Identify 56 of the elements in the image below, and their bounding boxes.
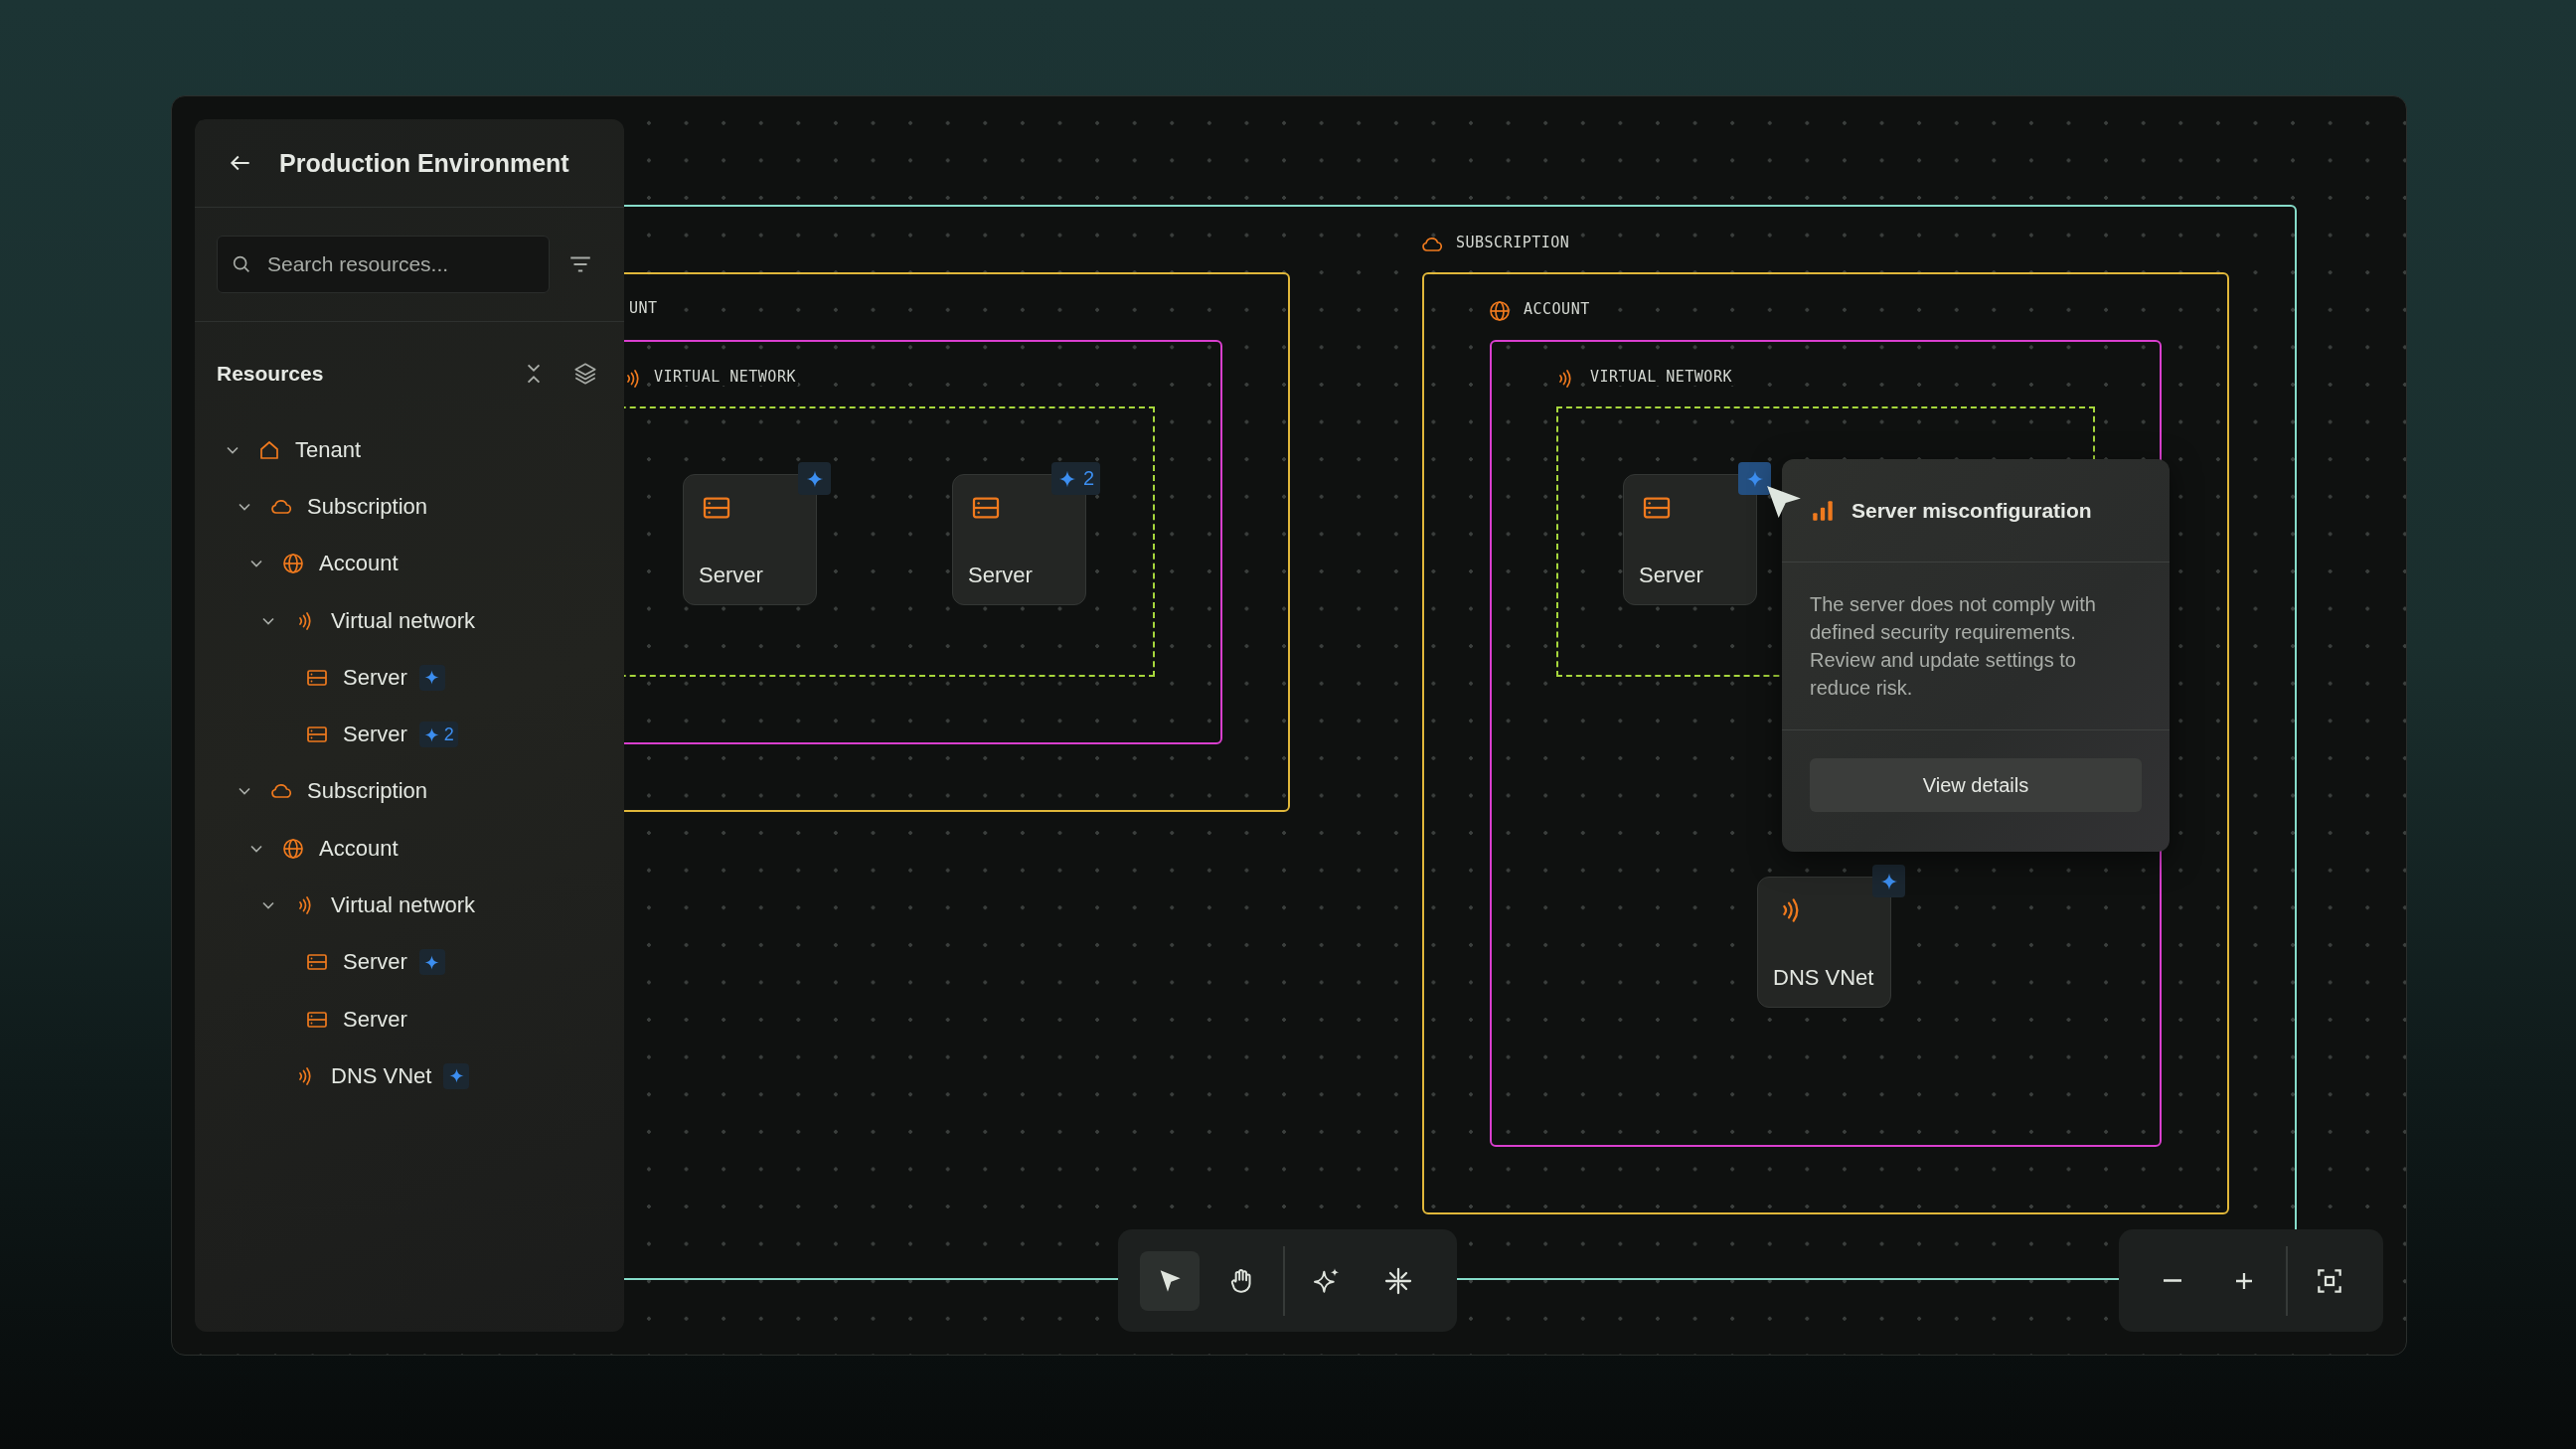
insight-badge[interactable] [798, 462, 831, 495]
tree-item[interactable]: Server [195, 990, 624, 1048]
tree-label: Subscription [307, 493, 428, 520]
section-title: Resources [217, 362, 325, 386]
tree-item[interactable]: Virtual network [195, 591, 624, 650]
insight-badge[interactable] [1872, 865, 1905, 897]
tree-item[interactable]: DNS VNet [195, 1047, 624, 1105]
sparkle-icon [448, 1067, 465, 1085]
tree-item[interactable]: Virtual network [195, 877, 624, 934]
tree-item[interactable]: Account [195, 535, 624, 592]
resource-node[interactable]: Server [1623, 474, 1757, 605]
tree-label: Subscription [307, 778, 428, 805]
tree-item[interactable]: Server [195, 933, 624, 991]
node-label: DNS VNet [1773, 965, 1874, 991]
sparkle-icon [422, 725, 440, 743]
tree-label: Virtual network [331, 892, 476, 918]
virtual-network-label: VIRTUAL NETWORK [652, 368, 798, 386]
tree-item[interactable]: Account [195, 820, 624, 878]
node-label: Server [699, 563, 763, 588]
cursor-icon [1767, 486, 1801, 518]
tree-label: Account [319, 551, 399, 577]
globe-icon [1488, 299, 1512, 323]
tree-label: Account [319, 835, 399, 862]
tree-label: DNS VNet [331, 1062, 432, 1089]
tree-item[interactable]: Subscription [195, 478, 624, 536]
insight-badge[interactable]: 2 [1050, 462, 1100, 495]
tree-label: Virtual network [331, 607, 476, 634]
sparkle-icon [423, 953, 441, 971]
node-label: Server [968, 563, 1033, 588]
tree-label: Tenant [295, 436, 362, 463]
minus-icon [2162, 1279, 2184, 1282]
node-label: Server [1639, 563, 1703, 588]
tree-item[interactable]: Tenant [195, 421, 624, 479]
insight-count: 2 [443, 724, 454, 745]
search-field[interactable]: Search resources... [217, 236, 550, 293]
search-icon [231, 253, 252, 275]
globe-icon [281, 836, 305, 861]
tree-label: Server [343, 949, 407, 976]
globe-icon [281, 552, 305, 576]
popover-title: Server misconfiguration [1852, 498, 2092, 523]
select-tool-button[interactable] [1140, 1250, 1200, 1311]
tree-item[interactable]: Server 2 [195, 706, 624, 763]
resource-node[interactable]: DNS VNet [1757, 877, 1891, 1008]
resource-node[interactable]: Server [683, 474, 817, 605]
environment-title: Production Environment [279, 148, 569, 178]
tree-item[interactable]: Server [195, 649, 624, 707]
tree-label: Server [343, 664, 407, 691]
tree-item[interactable]: Subscription [195, 762, 624, 821]
insight-badge[interactable] [1738, 462, 1771, 495]
tree-label: Server [343, 722, 407, 748]
tree-label: Server [343, 1006, 407, 1033]
view-details-button[interactable]: View details [1810, 758, 2142, 812]
sparkle-icon [423, 669, 441, 687]
virtual-network-label: VIRTUAL NETWORK [1588, 368, 1734, 386]
layers-icon[interactable] [572, 361, 598, 387]
popover-description: The server does not comply with defined security requirements. Review and update settings to reduce risk. [1782, 563, 2170, 730]
